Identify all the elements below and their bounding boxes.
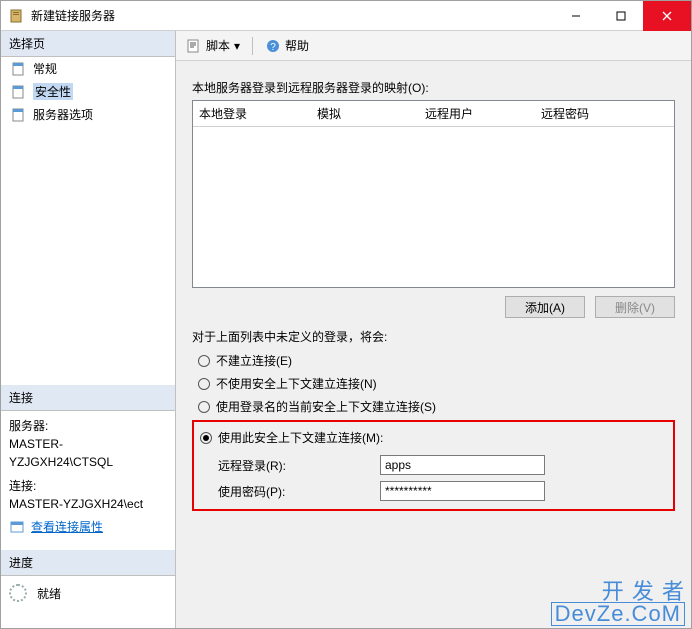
sidebar: 选择页 常规 安全性 服务器选项 连接 服务器: MASTER-YZJGXH24… — [1, 31, 176, 628]
help-label: 帮助 — [285, 37, 309, 54]
radio-use-this-security-context[interactable]: 使用此安全上下文建立连接(M): — [200, 426, 667, 449]
status-text: 就绪 — [37, 585, 61, 602]
progress-header: 进度 — [1, 550, 175, 576]
svg-text:?: ? — [270, 42, 276, 53]
connection-label: 连接: — [9, 477, 167, 495]
spinner-icon — [9, 584, 27, 602]
radio-icon — [198, 401, 210, 413]
dropdown-icon: ▾ — [234, 39, 240, 53]
help-button[interactable]: ? 帮助 — [261, 35, 313, 56]
col-remote-password: 远程密码 — [535, 101, 674, 126]
mapping-grid[interactable]: 本地登录 模拟 远程用户 远程密码 — [192, 100, 675, 288]
col-remote-user: 远程用户 — [419, 101, 535, 126]
radio-label: 使用登录名的当前安全上下文建立连接(S) — [216, 398, 436, 415]
sidebar-item-label: 常规 — [33, 60, 57, 77]
window-title: 新建链接服务器 — [31, 7, 115, 24]
highlighted-security-block: 使用此安全上下文建立连接(M): 远程登录(R): 使用密码(P): — [192, 420, 675, 511]
connection-value: MASTER-YZJGXH24\ect — [9, 495, 167, 513]
radio-label: 不建立连接(E) — [216, 352, 292, 369]
password-label: 使用密码(P): — [200, 483, 380, 500]
radio-current-security-context[interactable]: 使用登录名的当前安全上下文建立连接(S) — [192, 395, 675, 418]
sidebar-item-general[interactable]: 常规 — [1, 57, 175, 80]
properties-icon — [9, 519, 25, 535]
page-icon — [11, 61, 27, 77]
mapping-label: 本地服务器登录到远程服务器登录的映射(O): — [192, 79, 675, 96]
script-label: 脚本 — [206, 37, 230, 54]
password-input[interactable] — [380, 481, 545, 501]
minimize-button[interactable] — [553, 1, 598, 31]
sidebar-item-label: 安全性 — [33, 83, 73, 100]
radio-label: 不使用安全上下文建立连接(N) — [216, 375, 377, 392]
radio-icon — [200, 432, 212, 444]
server-value: MASTER-YZJGXH24\CTSQL — [9, 435, 167, 471]
server-icon — [9, 8, 25, 24]
add-button[interactable]: 添加(A) — [505, 296, 585, 318]
help-icon: ? — [265, 38, 281, 54]
page-icon — [11, 84, 27, 100]
script-icon — [186, 38, 202, 54]
title-bar: 新建链接服务器 — [1, 1, 691, 31]
view-connection-properties-link[interactable]: 查看连接属性 — [31, 518, 103, 535]
server-label: 服务器: — [9, 417, 167, 435]
radio-icon — [198, 355, 210, 367]
sidebar-item-label: 服务器选项 — [33, 106, 93, 123]
radio-no-connection[interactable]: 不建立连接(E) — [192, 349, 675, 372]
toolbar-separator — [252, 37, 253, 55]
sidebar-item-security[interactable]: 安全性 — [1, 80, 175, 103]
col-impersonate: 模拟 — [311, 101, 419, 126]
connection-info: 服务器: MASTER-YZJGXH24\CTSQL 连接: MASTER-YZ… — [1, 411, 175, 515]
main-panel: 脚本 ▾ ? 帮助 本地服务器登录到远程服务器登录的映射(O): 本地登录 模拟… — [176, 31, 691, 628]
grid-body[interactable] — [193, 127, 674, 287]
undefined-logins-label: 对于上面列表中未定义的登录，将会: — [192, 328, 675, 345]
toolbar: 脚本 ▾ ? 帮助 — [176, 31, 691, 61]
close-button[interactable] — [643, 1, 691, 31]
radio-label: 使用此安全上下文建立连接(M): — [218, 429, 383, 446]
page-icon — [11, 107, 27, 123]
sidebar-item-server-options[interactable]: 服务器选项 — [1, 103, 175, 126]
select-page-header: 选择页 — [1, 31, 175, 57]
delete-button: 删除(V) — [595, 296, 675, 318]
radio-no-security-context[interactable]: 不使用安全上下文建立连接(N) — [192, 372, 675, 395]
progress-status: 就绪 — [1, 576, 175, 610]
col-local-login: 本地登录 — [193, 101, 311, 126]
remote-login-input[interactable] — [380, 455, 545, 475]
radio-icon — [198, 378, 210, 390]
connection-header: 连接 — [1, 385, 175, 411]
grid-header: 本地登录 模拟 远程用户 远程密码 — [193, 101, 674, 127]
remote-login-label: 远程登录(R): — [200, 457, 380, 474]
dialog-window: 新建链接服务器 选择页 常规 安全性 服务器选项 连接 服务器: — [0, 0, 692, 629]
maximize-button[interactable] — [598, 1, 643, 31]
script-button[interactable]: 脚本 ▾ — [182, 35, 244, 56]
